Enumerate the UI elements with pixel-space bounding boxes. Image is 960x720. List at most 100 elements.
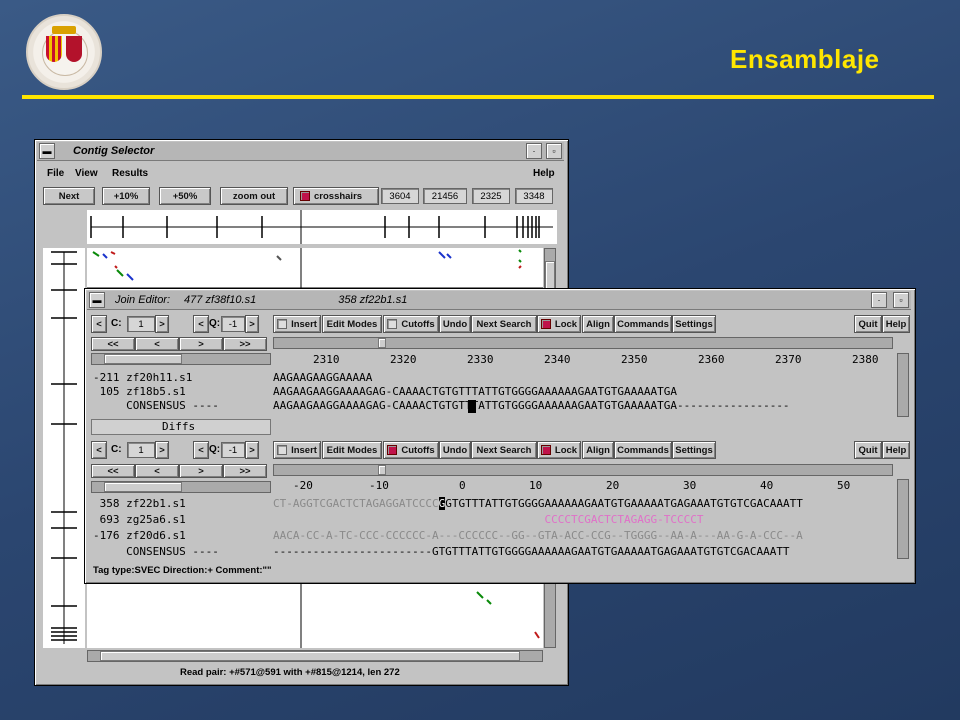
bottom-nav-prev[interactable]: <	[135, 464, 179, 478]
menu-view[interactable]: View	[75, 168, 98, 179]
top-read-label-2[interactable]: 105 zf18b5.s1	[93, 385, 186, 399]
top-q-left-arrow[interactable]: <	[193, 315, 209, 333]
coord-field-3[interactable]: 2325	[472, 188, 510, 204]
top-nav-prev[interactable]: <	[135, 337, 179, 351]
top-commands-button[interactable]: Commands	[614, 315, 672, 333]
top-c-label: C:	[111, 318, 122, 329]
top-align-button[interactable]: Align	[582, 315, 614, 333]
contig-ruler[interactable]	[87, 210, 557, 244]
top-nav-last[interactable]: >>	[223, 337, 267, 351]
bottom-edit-modes-button[interactable]: Edit Modes	[322, 441, 382, 459]
bottom-nav-first[interactable]: <<	[91, 464, 135, 478]
bottom-consensus-label[interactable]: CONSENSUS ----	[93, 545, 219, 559]
top-consensus-seq[interactable]: AAGAAGAAGGAAAAGAG-CAAAACTGTGTTTATTGTGGGG…	[273, 399, 790, 413]
bottom-undo-button[interactable]: Undo	[439, 441, 471, 459]
bottom-q-right-arrow[interactable]: >	[245, 441, 259, 459]
bottom-c-right-arrow[interactable]: >	[155, 441, 169, 459]
zoom-out-button[interactable]: zoom out	[220, 187, 288, 205]
contig-vertical-ruler[interactable]	[43, 248, 85, 648]
bottom-seq-vscroll[interactable]	[897, 479, 909, 559]
top-c-field[interactable]: 1	[127, 316, 155, 332]
bottom-help-button[interactable]: Help	[882, 441, 910, 459]
crosshairs-toggle[interactable]: crosshairs	[293, 187, 379, 205]
menu-results[interactable]: Results	[112, 168, 148, 179]
minimize-icon[interactable]: ·	[526, 143, 542, 159]
top-q-field[interactable]: -1	[221, 316, 245, 332]
top-lock-button[interactable]: Lock	[537, 315, 581, 333]
bottom-next-search-button[interactable]: Next Search	[471, 441, 537, 459]
top-read-seq-2[interactable]: AAGAAGAAGGAAAAGAG-CAAAACTGTGTTTATTGTGGGG…	[273, 385, 677, 399]
maximize-icon[interactable]: ▫	[546, 143, 562, 159]
top-read-seq-1[interactable]: AAGAAGAAGGAAAAA	[273, 371, 372, 385]
bottom-lock-button[interactable]: Lock	[537, 441, 581, 459]
top-next-search-button[interactable]: Next Search	[471, 315, 537, 333]
join-editor-window: ▬ Join Editor: 477 zf38f10.s1 358 zf22b1…	[84, 288, 916, 584]
bottom-read-seq-3[interactable]: AACA-CC-A-TC-CCC-CCCCCC-A---CCCCCC--GG--…	[273, 529, 803, 543]
top-seq-hscroll[interactable]	[273, 337, 893, 349]
top-quit-button[interactable]: Quit	[854, 315, 882, 333]
bottom-read-seq-1[interactable]: CT-AGGTCGACTCTAGAGGATCCCCGGTGTTTATTGTGGG…	[273, 497, 803, 511]
next-button[interactable]: Next	[43, 187, 95, 205]
bottom-read-label-1[interactable]: 358 zf22b1.s1	[93, 497, 186, 511]
top-undo-button[interactable]: Undo	[439, 315, 471, 333]
checkbox-icon	[540, 319, 551, 329]
top-c-left-arrow[interactable]: <	[91, 315, 107, 333]
scroll-thumb[interactable]	[378, 338, 386, 348]
scroll-thumb[interactable]	[100, 651, 520, 661]
top-cutoffs-button[interactable]: Cutoffs	[383, 315, 439, 333]
top-q-right-arrow[interactable]: >	[245, 315, 259, 333]
bottom-seq-hscroll[interactable]	[273, 464, 893, 476]
top-help-button[interactable]: Help	[882, 315, 910, 333]
bottom-c-field[interactable]: 1	[127, 442, 155, 458]
bottom-cutoffs-button[interactable]: Cutoffs	[383, 441, 439, 459]
minimize-icon[interactable]: ·	[871, 292, 887, 308]
maximize-icon[interactable]: ▫	[893, 292, 909, 308]
bottom-settings-button[interactable]: Settings	[672, 441, 716, 459]
top-consensus-label[interactable]: CONSENSUS ----	[93, 399, 219, 413]
ruler-label: 40	[760, 479, 774, 492]
dot-plot-hscroll[interactable]	[87, 650, 543, 662]
top-edit-modes-button[interactable]: Edit Modes	[322, 315, 382, 333]
bottom-read-label-2[interactable]: 693 zg25a6.s1	[93, 513, 186, 527]
top-settings-button[interactable]: Settings	[672, 315, 716, 333]
coord-field-4[interactable]: 3348	[515, 188, 553, 204]
bottom-consensus-seq[interactable]: ------------------------GTGTTTATTGTGGGGA…	[273, 545, 790, 559]
top-read-label-1[interactable]: -211 zf20h11.s1	[93, 371, 192, 385]
diffs-label: Diffs	[162, 420, 196, 433]
top-seq-vscroll[interactable]	[897, 353, 909, 417]
top-c-right-arrow[interactable]: >	[155, 315, 169, 333]
top-insert-button[interactable]: Insert	[273, 315, 321, 333]
bottom-align-button[interactable]: Align	[582, 441, 614, 459]
bottom-c-left-arrow[interactable]: <	[91, 441, 107, 459]
scroll-thumb[interactable]	[104, 482, 182, 492]
zoom-in-50-button[interactable]: +50%	[159, 187, 211, 205]
contig-selector-titlebar[interactable]: ▬ Contig Selector · ▫	[37, 142, 564, 161]
bottom-read-label-3[interactable]: -176 zf20d6.s1	[93, 529, 186, 543]
bottom-nav-next[interactable]: >	[179, 464, 223, 478]
bottom-read-seq-2[interactable]: CCCCTCGACTCTAGAGG-TCCCCT	[273, 513, 704, 527]
bottom-quit-button[interactable]: Quit	[854, 441, 882, 459]
bottom-nav-last[interactable]: >>	[223, 464, 267, 478]
bottom-q-left-arrow[interactable]: <	[193, 441, 209, 459]
scroll-thumb[interactable]	[378, 465, 386, 475]
ruler-label: 2330	[467, 353, 494, 366]
zoom-in-10-button[interactable]: +10%	[102, 187, 150, 205]
ruler-label: 0	[459, 479, 466, 492]
window-menu-icon[interactable]: ▬	[89, 292, 105, 308]
menu-help[interactable]: Help	[533, 168, 555, 179]
bottom-q-field[interactable]: -1	[221, 442, 245, 458]
top-nav-next[interactable]: >	[179, 337, 223, 351]
bottom-name-hscroll[interactable]	[91, 481, 271, 493]
top-name-hscroll[interactable]	[91, 353, 271, 365]
bottom-insert-button[interactable]: Insert	[273, 441, 321, 459]
join-editor-titlebar[interactable]: ▬ Join Editor: 477 zf38f10.s1 358 zf22b1…	[87, 291, 911, 310]
coord-field-1[interactable]: 3604	[381, 188, 419, 204]
bottom-commands-button[interactable]: Commands	[614, 441, 672, 459]
top-nav-first[interactable]: <<	[91, 337, 135, 351]
menu-file[interactable]: File	[47, 168, 64, 179]
coord-field-2[interactable]: 21456	[423, 188, 467, 204]
checkbox-icon	[540, 445, 551, 455]
scroll-thumb[interactable]	[104, 354, 182, 364]
top-q-label: Q:	[209, 318, 221, 329]
window-menu-icon[interactable]: ▬	[39, 143, 55, 159]
